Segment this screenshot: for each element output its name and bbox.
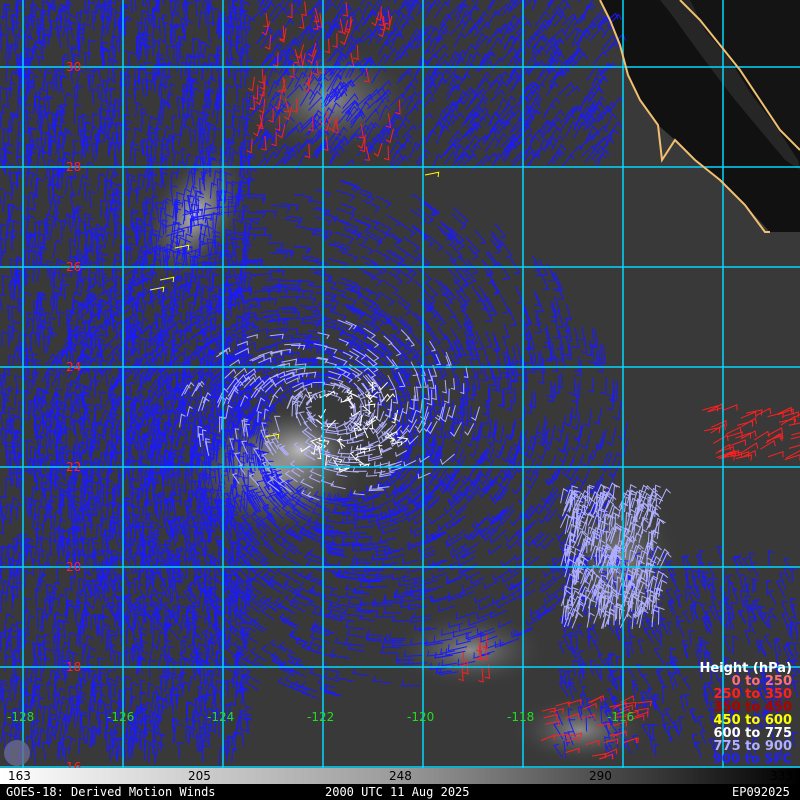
- satellite-image-panel: 30 28 26 24 22 20 18 16 -128 -126 -124 -122 -120 -118…: [0, 0, 800, 800]
- wind-map: 3028262422201816-128 -126 -124 -122 -120 -118…: [0, 0, 800, 768]
